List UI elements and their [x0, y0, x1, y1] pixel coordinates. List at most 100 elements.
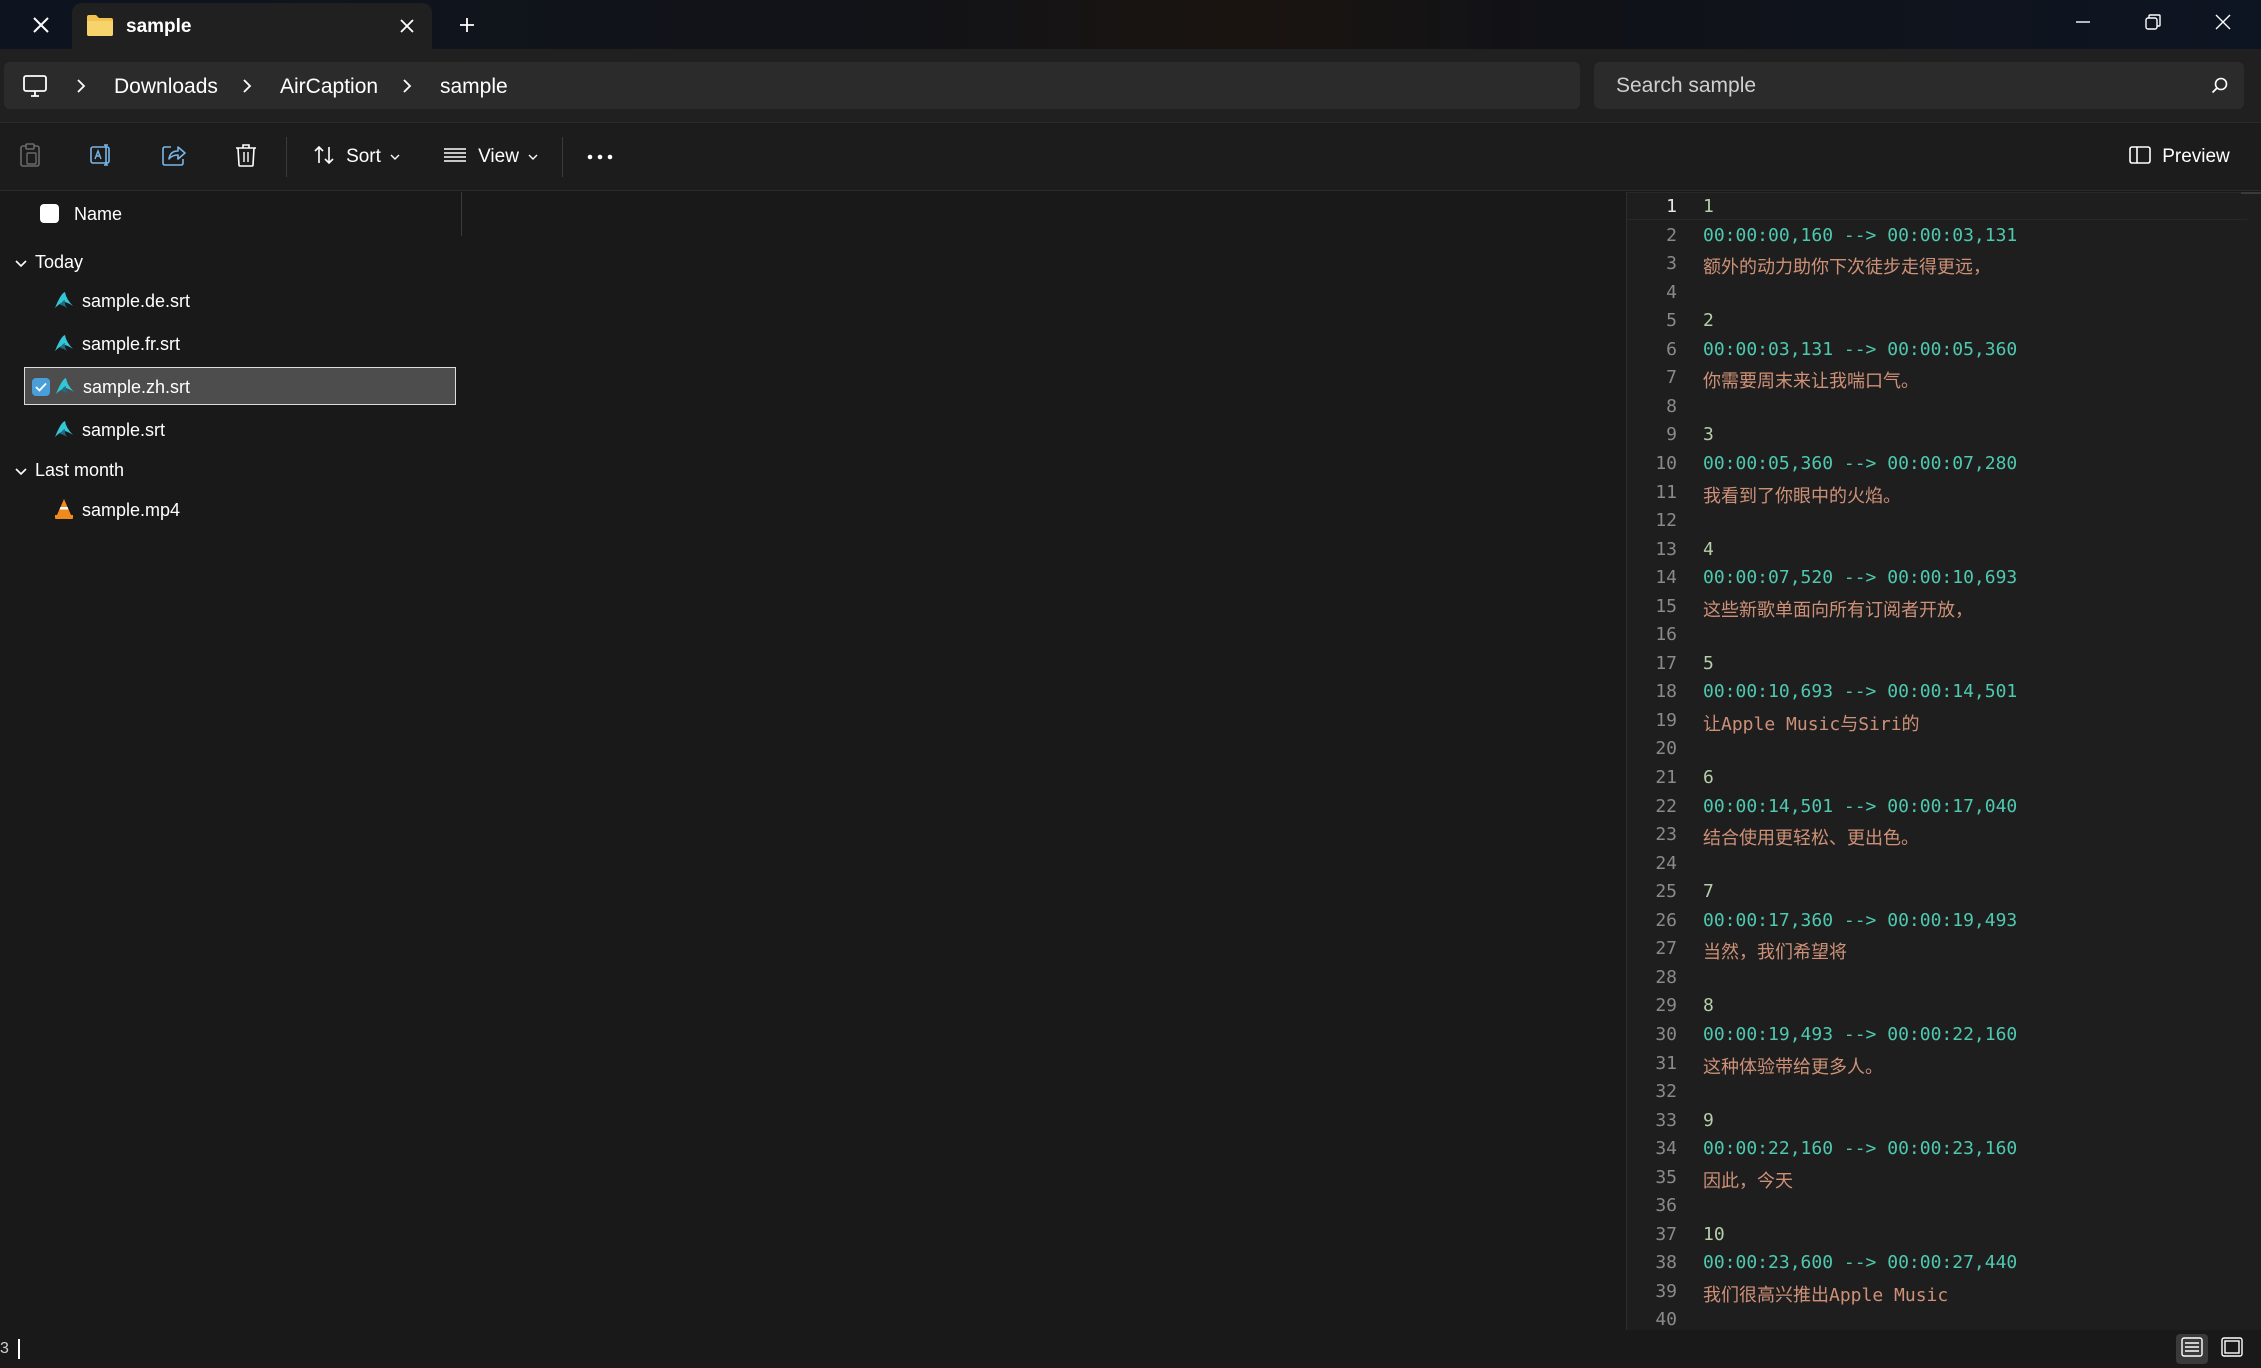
delete-button[interactable]: [228, 136, 264, 178]
code-line[interactable]: 13 4: [1627, 535, 2247, 563]
code-line[interactable]: 93: [1627, 420, 2247, 448]
toolbar-divider: [562, 137, 563, 177]
file-name: sample.fr.srt: [82, 334, 181, 354]
this-pc-icon[interactable]: [22, 74, 48, 103]
column-header-name[interactable]: Name: [0, 192, 462, 236]
search-icon[interactable]: [2210, 76, 2230, 101]
list-item[interactable]: sample.srt: [24, 411, 456, 449]
search-box[interactable]: [1594, 62, 2244, 109]
details-view-button[interactable]: [2176, 1334, 2208, 1364]
aircaption-icon: [53, 418, 75, 445]
code-line[interactable]: 39 我们很高兴推出Apple Music: [1627, 1277, 2247, 1306]
code-line[interactable]: 36: [1627, 1191, 2247, 1219]
new-tab-plus-icon[interactable]: [452, 10, 482, 40]
code-line[interactable]: 11: [1627, 192, 2247, 220]
group-today[interactable]: Today: [0, 246, 460, 280]
close-window-icon[interactable]: [26, 10, 56, 40]
chevron-right-icon[interactable]: [240, 77, 254, 100]
code-line[interactable]: 23 结合使用更轻松、更出色。: [1627, 820, 2247, 849]
list-item[interactable]: sample.de.srt: [24, 282, 456, 320]
code-line[interactable]: 7 你需要周末来让我喘口气。: [1627, 363, 2247, 392]
list-item[interactable]: sample.fr.srt: [24, 325, 456, 363]
chevron-down-icon[interactable]: [14, 464, 28, 482]
code-line[interactable]: 34 00:00:22,160 --> 00:00:23,160: [1627, 1134, 2247, 1162]
list-item[interactable]: sample.mp4: [24, 491, 456, 529]
tab-sample[interactable]: sample: [72, 3, 432, 49]
code-line[interactable]: 25 7: [1627, 877, 2247, 905]
code-line[interactable]: 12: [1627, 506, 2247, 534]
group-last-month[interactable]: Last month: [0, 454, 460, 488]
row-checkbox[interactable]: [32, 378, 50, 396]
code-line[interactable]: 14 00:00:07,520 --> 00:00:10,693: [1627, 563, 2247, 591]
code-line[interactable]: 28: [1627, 963, 2247, 991]
code-line[interactable]: 2 00:00:00,160 --> 00:00:03,131: [1627, 221, 2247, 249]
cue-number: 6: [1703, 767, 1714, 788]
line-number: 24: [1655, 852, 1677, 874]
chevron-right-icon[interactable]: [74, 77, 88, 100]
code-line[interactable]: 3 额外的动力助你下次徒步走得更远，: [1627, 249, 2247, 278]
chevron-right-icon[interactable]: [400, 77, 414, 100]
breadcrumb-downloads[interactable]: Downloads: [114, 75, 218, 99]
code-line[interactable]: 31 这种体验带给更多人。: [1627, 1049, 2247, 1078]
tiles-view-button[interactable]: [2216, 1334, 2248, 1364]
cue-number: 10: [1703, 1223, 1725, 1245]
search-input[interactable]: [1594, 62, 2194, 109]
line-number: 13: [1655, 538, 1677, 560]
rename-button[interactable]: [84, 136, 120, 178]
code-line[interactable]: 32: [1627, 1077, 2247, 1105]
code-line[interactable]: 4: [1627, 278, 2247, 306]
timestamp-text: 00:00:07,520 --> 00:00:10,693: [1703, 567, 2018, 589]
line-number: 15: [1655, 595, 1677, 617]
code-line[interactable]: 11 我看到了你眼中的火焰。: [1627, 478, 2247, 507]
line-number: 33: [1655, 1109, 1677, 1131]
column-name-label: Name: [74, 204, 123, 224]
code-line[interactable]: 37 10: [1627, 1220, 2247, 1248]
code-line[interactable]: 24: [1627, 849, 2247, 877]
breadcrumb-sample[interactable]: sample: [440, 75, 508, 99]
code-line[interactable]: 18 00:00:10,693 --> 00:00:14,501: [1627, 677, 2247, 705]
close-icon[interactable]: [2188, 0, 2258, 44]
code-line[interactable]: 8: [1627, 392, 2247, 420]
code-line[interactable]: 17 5: [1627, 649, 2247, 677]
code-line[interactable]: 19 让Apple Music与Siri的: [1627, 706, 2247, 735]
code-line[interactable]: 26 00:00:17,360 --> 00:00:19,493: [1627, 906, 2247, 934]
subtitle-text: 因此，今天: [1703, 1170, 1793, 1192]
code-line[interactable]: 16: [1627, 620, 2247, 648]
tab-close-icon[interactable]: [392, 11, 422, 41]
list-item-selected[interactable]: sample.zh.srt: [24, 367, 456, 405]
code-line[interactable]: 21 6: [1627, 763, 2247, 791]
more-options-button[interactable]: [582, 136, 618, 178]
line-number: 38: [1655, 1252, 1677, 1274]
restore-icon[interactable]: [2118, 0, 2188, 44]
code-line[interactable]: 22 00:00:14,501 --> 00:00:17,040: [1627, 792, 2247, 820]
code-line[interactable]: 20: [1627, 734, 2247, 762]
select-all-checkbox[interactable]: [40, 204, 59, 223]
chevron-down-icon[interactable]: [14, 256, 28, 274]
line-number: 3: [1666, 253, 1677, 275]
code-line[interactable]: 15 这些新歌单面向所有订阅者开放，: [1627, 592, 2247, 621]
code-line[interactable]: 35 因此，今天: [1627, 1163, 2247, 1192]
sort-label: Sort: [346, 146, 381, 167]
code-line[interactable]: 38 00:00:23,600 --> 00:00:27,440: [1627, 1248, 2247, 1276]
address-bar[interactable]: Downloads AirCaption sample: [4, 62, 1580, 109]
sort-button[interactable]: Sort: [308, 136, 404, 178]
code-line[interactable]: 27 当然，我们希望将: [1627, 934, 2247, 963]
breadcrumb-aircaption[interactable]: AirCaption: [280, 75, 378, 99]
code-line[interactable]: 30 00:00:19,493 --> 00:00:22,160: [1627, 1020, 2247, 1048]
code-line[interactable]: 10 00:00:05,360 --> 00:00:07,280: [1627, 449, 2247, 477]
line-number: 10: [1655, 452, 1677, 474]
code-line[interactable]: 6 00:00:03,131 --> 00:00:05,360: [1627, 335, 2247, 363]
timestamp-text: 00:00:10,693 --> 00:00:14,501: [1703, 681, 2018, 703]
line-number: 4: [1666, 281, 1677, 303]
minimize-icon[interactable]: [2048, 0, 2118, 44]
share-button[interactable]: [156, 136, 192, 178]
view-button[interactable]: View: [440, 136, 540, 178]
code-line[interactable]: 52: [1627, 306, 2247, 334]
line-number: 22: [1655, 795, 1677, 817]
line-number: 1: [1666, 196, 1677, 217]
preview-pane-button[interactable]: Preview: [2124, 136, 2234, 178]
paste-button[interactable]: [12, 136, 48, 178]
code-line[interactable]: 33 9: [1627, 1106, 2247, 1134]
code-line[interactable]: 29 8: [1627, 991, 2247, 1019]
line-number: 11: [1655, 481, 1677, 503]
